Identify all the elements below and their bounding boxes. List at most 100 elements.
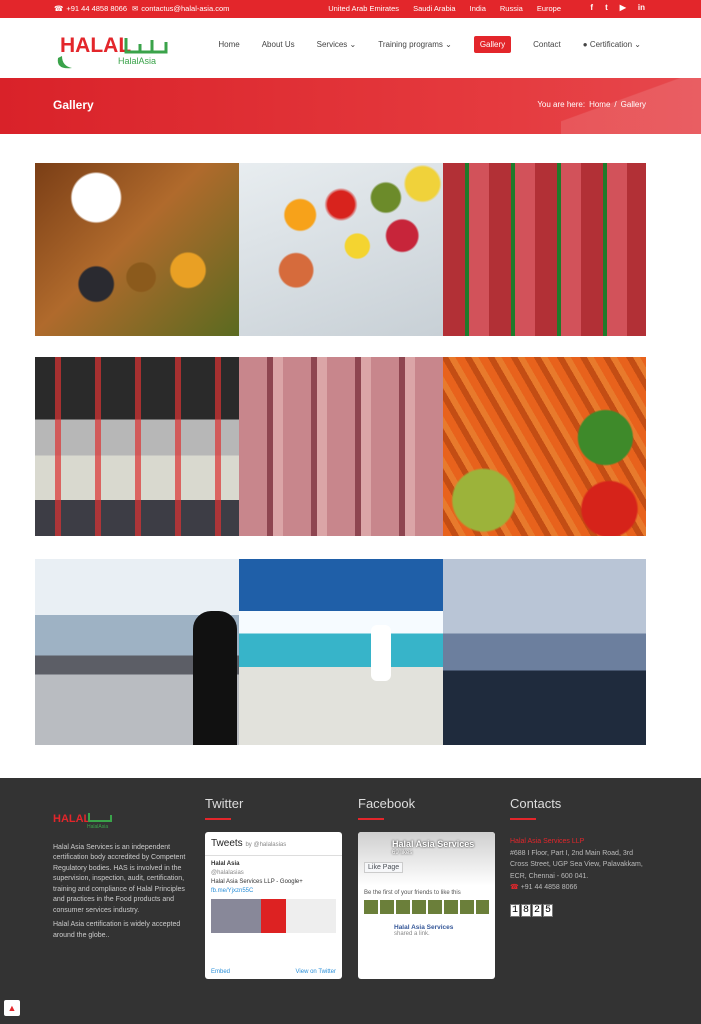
view-on-twitter-link[interactable]: View on Twitter	[296, 969, 336, 975]
country-europe[interactable]: Europe	[537, 4, 561, 13]
nav-gallery[interactable]: Gallery	[473, 36, 512, 53]
social-links: f t ▶ in	[590, 3, 645, 12]
country-links: United Arab Emirates Saudi Arabia India …	[328, 4, 561, 13]
country-russia[interactable]: Russia	[500, 4, 523, 13]
chevron-down-icon: ⌄	[349, 40, 357, 49]
gallery-image-spices[interactable]	[35, 163, 239, 336]
tweet-text: Halal Asia Services LLP - Google+	[211, 879, 303, 885]
nav-services[interactable]: Services ⌄	[317, 40, 357, 53]
gallery-row-3	[35, 559, 646, 745]
phone-icon: ☎	[510, 884, 519, 891]
contacts-column: Contacts Halal Asia Services LLP #688 I …	[510, 796, 650, 917]
title-underline	[510, 818, 536, 820]
breadcrumb-current: Gallery	[620, 100, 646, 109]
company-address: #688 I Floor, Part I, 2nd Main Road, 3rd…	[510, 849, 643, 880]
main-nav: Home About Us Services ⌄ Training progra…	[218, 36, 641, 53]
fb-likes: 69 likes	[392, 850, 413, 856]
breadcrumb-separator: /	[614, 100, 617, 109]
nav-about[interactable]: About Us	[262, 40, 295, 53]
gallery-image-carcasses[interactable]	[239, 357, 443, 536]
footer-logo[interactable]: HALAL HalalAsia	[53, 810, 115, 830]
person-in-robe	[371, 625, 391, 681]
header: HALAL HalalAsia Home About Us Services ⌄…	[0, 18, 701, 78]
company-name: Halal Asia Services LLP	[510, 838, 585, 845]
gallery-image-meat[interactable]	[443, 163, 646, 336]
country-india[interactable]: India	[470, 4, 486, 13]
gallery-image-airport[interactable]	[35, 559, 239, 745]
visitor-counter: 1 8 2 5	[510, 903, 650, 917]
tweet-link[interactable]: fb.me/Yjxzn55C	[211, 888, 253, 894]
tweet-name: Halal Asia	[211, 861, 240, 867]
gallery-image-beach[interactable]	[239, 559, 443, 745]
gallery-image-vegetables[interactable]	[443, 357, 646, 536]
title-underline	[358, 818, 384, 820]
tweet-handle: @halalasias	[211, 870, 244, 876]
counter-digit: 8	[521, 903, 531, 917]
youtube-icon[interactable]: ▶	[620, 3, 626, 12]
gallery-row-1	[35, 163, 646, 336]
contact-details: Halal Asia Services LLP #688 I Floor, Pa…	[510, 836, 650, 917]
svg-text:HalalAsia: HalalAsia	[118, 56, 156, 66]
gallery-image-fruits[interactable]	[239, 163, 443, 336]
tweets-by: by @halalasias	[245, 842, 287, 848]
svg-text:HALAL: HALAL	[60, 34, 131, 57]
fb-first-text: Be the first of your friends to like thi…	[364, 890, 461, 896]
nav-training[interactable]: Training programs ⌄	[378, 40, 452, 53]
dot-icon: ●	[582, 40, 588, 49]
breadcrumb-label: You are here:	[537, 100, 586, 109]
fb-page-name[interactable]: Halal Asia Services	[392, 839, 474, 849]
counter-digit: 1	[510, 903, 520, 917]
fb-like-button[interactable]: Like Page	[364, 862, 404, 873]
country-uae[interactable]: United Arab Emirates	[328, 4, 399, 13]
about-text: Halal Asia Services is an independent ce…	[53, 843, 186, 914]
fb-post-text: shared a link.	[394, 931, 430, 937]
gallery-row-2	[35, 357, 646, 536]
embed-link[interactable]: Embed	[211, 969, 230, 975]
twitter-icon[interactable]: t	[605, 3, 608, 12]
gallery-image-prayer[interactable]	[443, 559, 646, 745]
about-text-2: Halal Asia certification is widely accep…	[53, 921, 181, 939]
nav-home[interactable]: Home	[218, 40, 239, 53]
mail-icon: ✉	[132, 4, 139, 13]
tweet-image[interactable]	[211, 899, 336, 933]
page-title: Gallery	[53, 98, 94, 112]
company-phone: ☎ +91 44 4858 8066	[510, 884, 578, 891]
title-underline	[205, 818, 231, 820]
counter-digit: 2	[532, 903, 542, 917]
linkedin-icon[interactable]: in	[638, 3, 645, 12]
facebook-title: Facebook	[358, 796, 416, 811]
breadcrumb: You are here: Home / Gallery	[537, 100, 646, 109]
email-contact[interactable]: ✉ contactus@halal-asia.com	[132, 4, 229, 13]
page-banner: Gallery You are here: Home / Gallery	[0, 78, 701, 134]
facebook-column: Facebook	[358, 796, 415, 820]
chevron-up-icon: ▲	[7, 1003, 17, 1013]
phone-contact[interactable]: ☎ +91 44 4858 8066	[54, 4, 127, 13]
nav-contact[interactable]: Contact	[533, 40, 561, 53]
chevron-down-icon: ⌄	[445, 40, 452, 49]
contacts-title: Contacts	[510, 796, 562, 811]
phone-icon: ☎	[54, 4, 64, 13]
fb-like-label: Like Page	[368, 864, 400, 871]
counter-digit: 5	[543, 903, 553, 917]
halal-asia-logo[interactable]: HALAL HalalAsia	[52, 28, 177, 70]
tweets-title: Tweets	[211, 838, 243, 849]
chevron-down-icon: ⌄	[634, 40, 641, 49]
country-saudi[interactable]: Saudi Arabia	[413, 4, 456, 13]
twitter-title: Twitter	[205, 796, 244, 811]
footer: HALAL HalalAsia Halal Asia Services is a…	[0, 778, 701, 1024]
footer-about: HALAL HalalAsia Halal Asia Services is a…	[53, 810, 188, 941]
back-to-top-button[interactable]: ▲	[4, 1000, 20, 1016]
twitter-widget[interactable]: Tweets by @halalasias Halal Asia @halala…	[205, 832, 342, 979]
top-bar: ☎ +91 44 4858 8066 ✉ contactus@halal-asia.…	[0, 0, 701, 18]
officer-silhouette	[193, 611, 237, 745]
svg-text:HalalAsia: HalalAsia	[87, 824, 108, 830]
nav-certification[interactable]: ● Certification ⌄	[583, 40, 641, 53]
facebook-icon[interactable]: f	[590, 3, 593, 12]
gallery-image-factory[interactable]	[35, 357, 239, 536]
svg-text:HALAL: HALAL	[53, 813, 91, 825]
fb-post-name[interactable]: Halal Asia Services	[358, 914, 495, 931]
breadcrumb-home[interactable]: Home	[589, 100, 610, 109]
fb-friend-faces	[364, 900, 489, 914]
facebook-widget[interactable]: Halal Asia Services 69 likes Like Page B…	[358, 832, 495, 979]
twitter-column: Twitter	[205, 796, 243, 820]
